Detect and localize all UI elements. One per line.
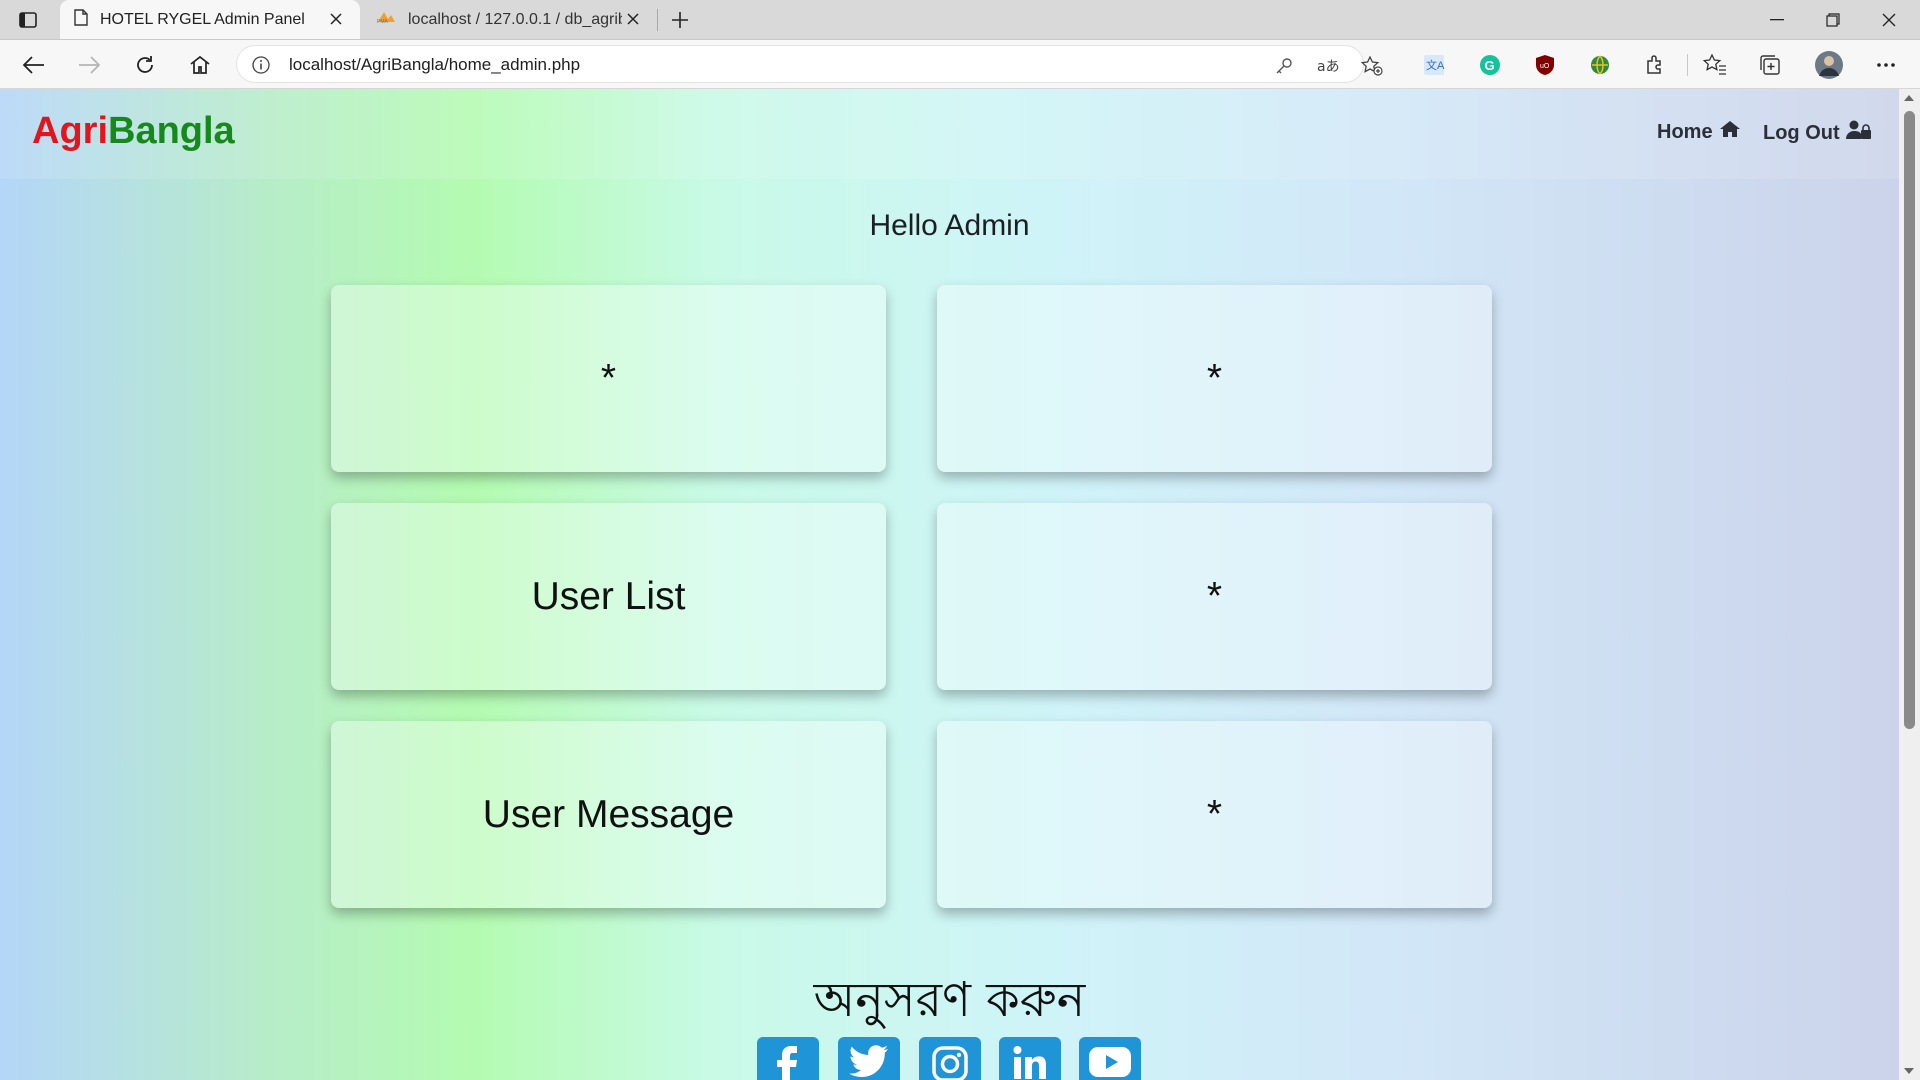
add-favorite-icon[interactable] <box>1361 55 1383 77</box>
translate-icon[interactable]: 文A <box>1421 52 1447 78</box>
close-tab-icon[interactable] <box>623 9 643 29</box>
more-options-icon[interactable] <box>1873 52 1899 78</box>
svg-text:G: G <box>1485 58 1495 73</box>
browser-tab-bar: HOTEL RYGEL Admin Panel PMA localhost / … <box>0 0 1920 40</box>
url-text[interactable]: localhost/AgriBangla/home_admin.php <box>289 55 580 75</box>
admin-card-2[interactable]: * <box>937 285 1492 472</box>
svg-text:文A: 文A <box>1426 58 1445 72</box>
card-label: * <box>600 356 617 400</box>
home-icon[interactable] <box>187 52 213 78</box>
linkedin-icon[interactable] <box>999 1037 1061 1080</box>
nav-logout-link[interactable]: Log Out <box>1763 120 1872 146</box>
site-info-icon[interactable] <box>251 55 271 75</box>
instagram-icon[interactable] <box>919 1037 981 1080</box>
page-icon <box>74 8 88 31</box>
globe-extension-icon[interactable] <box>1587 52 1613 78</box>
svg-text:aあ: aあ <box>1317 59 1339 75</box>
user-list-card[interactable]: User List <box>331 503 886 690</box>
page-scrollbar[interactable] <box>1899 89 1920 1080</box>
tab-actions-icon[interactable] <box>17 9 39 31</box>
card-label: * <box>1206 792 1223 836</box>
site-header: AgriBangla Home Log Out <box>0 89 1899 179</box>
browser-tab-active[interactable]: HOTEL RYGEL Admin Panel <box>60 0 360 39</box>
user-lock-icon <box>1845 120 1872 146</box>
page-viewport: AgriBangla Home Log Out Hello Admin * * … <box>0 89 1899 1080</box>
ublock-icon[interactable]: uO <box>1532 52 1558 78</box>
tab-title: localhost / 127.0.0.1 / db_agribar <box>408 10 622 28</box>
tab-divider <box>657 9 658 31</box>
nav-logout-label: Log Out <box>1763 121 1840 144</box>
scroll-thumb[interactable] <box>1904 111 1915 729</box>
facebook-icon[interactable] <box>757 1037 819 1080</box>
follow-us-heading: অনুসরণ করুন <box>813 972 1086 1028</box>
card-label: * <box>1206 356 1223 400</box>
collections-icon[interactable] <box>1757 52 1783 78</box>
minimize-icon[interactable] <box>1765 8 1789 32</box>
card-label: * <box>1206 574 1223 618</box>
site-logo[interactable]: AgriBangla <box>32 110 235 153</box>
tab-title: HOTEL RYGEL Admin Panel <box>100 10 305 28</box>
nav-home-label: Home <box>1657 120 1713 143</box>
phpmyadmin-icon: PMA <box>376 10 396 29</box>
grammarly-icon[interactable]: G <box>1477 52 1503 78</box>
browser-toolbar: localhost/AgriBangla/home_admin.php aあ 文… <box>0 40 1920 89</box>
svg-text:uO: uO <box>1540 63 1550 70</box>
toolbar-divider <box>1687 54 1688 76</box>
restore-icon[interactable] <box>1821 8 1845 32</box>
brand-part-agri: Agri <box>32 110 108 152</box>
admin-card-4[interactable]: * <box>937 503 1492 690</box>
key-icon[interactable] <box>1273 55 1295 77</box>
close-tab-icon[interactable] <box>326 9 346 29</box>
user-message-card[interactable]: User Message <box>331 721 886 908</box>
svg-text:PMA: PMA <box>377 19 389 24</box>
address-bar[interactable]: localhost/AgriBangla/home_admin.php aあ <box>236 45 1383 83</box>
twitter-icon[interactable] <box>838 1037 900 1080</box>
close-window-icon[interactable] <box>1877 8 1901 32</box>
admin-card-1[interactable]: * <box>331 285 886 472</box>
card-label: User Message <box>482 792 735 836</box>
youtube-icon[interactable] <box>1079 1037 1141 1080</box>
extensions-puzzle-icon[interactable] <box>1642 52 1668 78</box>
forward-arrow-icon[interactable] <box>76 52 102 78</box>
card-label: User List <box>531 574 686 618</box>
admin-greeting: Hello Admin <box>869 209 1030 242</box>
scroll-up-arrow-icon[interactable] <box>1903 93 1915 103</box>
scroll-down-arrow-icon[interactable] <box>1903 1066 1915 1076</box>
new-tab-icon[interactable] <box>668 8 692 32</box>
brand-part-bangla: Bangla <box>108 110 235 152</box>
read-aloud-icon[interactable]: aあ <box>1317 55 1339 77</box>
admin-card-6[interactable]: * <box>937 721 1492 908</box>
nav-home-link[interactable]: Home <box>1657 120 1741 144</box>
back-arrow-icon[interactable] <box>21 52 47 78</box>
refresh-icon[interactable] <box>132 52 158 78</box>
house-icon <box>1719 120 1741 144</box>
profile-avatar[interactable] <box>1814 50 1844 80</box>
favorites-icon[interactable] <box>1702 52 1728 78</box>
browser-tab-phpmyadmin[interactable]: PMA localhost / 127.0.0.1 / db_agribar <box>362 0 657 39</box>
